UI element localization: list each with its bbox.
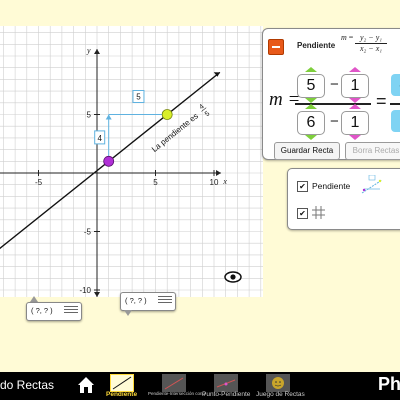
home-icon[interactable] (76, 375, 96, 395)
increment-arrow[interactable] (305, 67, 317, 72)
app-stage: -5 5 10 5 -5 -10 x y 4 5 La pendiente es 4 5 ( ?, ? … (0, 0, 400, 400)
equals-sign: = (376, 91, 387, 111)
eye-toggle-button[interactable] (222, 268, 244, 286)
x-axis-arrow (216, 170, 222, 176)
result-denominator: 5 (391, 110, 400, 132)
coord-tool-label: ( ?, ? ) (31, 306, 53, 315)
rise-label: 4 (97, 134, 102, 143)
tab-pendiente[interactable]: Pendiente (106, 374, 138, 400)
result-fraction-bar (390, 103, 400, 105)
point-2-handle[interactable] (161, 109, 173, 120)
tab-label: Punto-Pendiente (202, 391, 251, 398)
handle-lines-icon (64, 306, 78, 315)
tab-label: Pendiente (106, 391, 138, 398)
run-label: 5 (136, 93, 141, 102)
y1-value: 1 (341, 74, 369, 98)
slope-option-label: Pendiente (312, 181, 351, 191)
increment-arrow[interactable] (305, 104, 317, 109)
tab-label: Pendiente-Intersección con y (148, 391, 207, 396)
tab-thumbnail (110, 374, 134, 392)
tab-pendiente-interseccion[interactable]: Pendiente-Intersección con y (148, 374, 206, 400)
y-axis-label: y (86, 46, 91, 55)
grid-checkbox[interactable]: ✔ (297, 208, 308, 219)
y2-spinner[interactable]: 5 (297, 67, 325, 103)
formula-fraction: y₂ − y₁ x₂ − x₁ (355, 33, 387, 53)
formula-denominator: x₂ − x₁ (359, 44, 383, 53)
sim-title: do Rectas (0, 378, 55, 392)
y2-value: 5 (297, 74, 325, 98)
increment-arrow[interactable] (349, 104, 361, 109)
slope-numerator: 4 (198, 103, 205, 111)
y-axis-arrow-down (94, 292, 100, 298)
x-tick-label: 5 (153, 178, 158, 187)
x2-spinner[interactable]: 6 (297, 104, 325, 140)
y-tick-label: -10 (79, 286, 91, 295)
y-tick-label: 5 (87, 111, 92, 120)
x1-spinner[interactable]: 1 (341, 104, 369, 140)
increment-arrow[interactable] (349, 67, 361, 72)
collapse-button[interactable] (268, 39, 284, 55)
y1-spinner[interactable]: 1 (341, 67, 369, 103)
line-thumbnail-icon (112, 376, 132, 390)
minus-sign: − (330, 76, 339, 93)
slope-checkbox[interactable]: ✔ (297, 181, 308, 192)
coord-tool-1[interactable]: ( ?, ? ) (26, 302, 82, 321)
slope-formula: m = y₂ − y₁ x₂ − x₁ (341, 33, 387, 53)
x2-value: 6 (297, 111, 325, 135)
slope-formula-panel: Pendiente m = y₂ − y₁ x₂ − x₁ m = 5 − 1 … (262, 28, 400, 160)
slope-text: La pendiente es (150, 111, 200, 154)
save-line-button[interactable]: Guardar Recta (274, 142, 340, 160)
y-axis-arrow (94, 48, 100, 54)
x-tick-label: 10 (210, 178, 219, 187)
brand-logo: PhE (378, 374, 400, 394)
minus-sign: − (330, 113, 339, 130)
x-axis-label: x (222, 177, 227, 186)
x1-value: 1 (341, 111, 369, 135)
coord-tool-arrow (124, 310, 132, 316)
erase-lines-button[interactable]: Borra Rectas (345, 142, 400, 160)
tab-thumbnail (214, 374, 238, 392)
coord-tool-2[interactable]: ( ?, ? ) (120, 292, 176, 311)
panel-title: Pendiente (297, 41, 336, 50)
tab-thumbnail (162, 374, 186, 392)
smiley-icon (272, 377, 284, 389)
handle-lines-icon (158, 296, 172, 305)
result-numerator: 4 (391, 74, 400, 96)
eye-icon (224, 271, 242, 283)
formula-numerator: y₂ − y₁ (355, 33, 387, 44)
line-thumbnail-icon (216, 379, 236, 388)
grid-lines (0, 26, 263, 297)
x-tick-label: -5 (35, 178, 43, 187)
options-panel: ✔ Pendiente ✔ (287, 168, 400, 230)
tab-label: Juego de Rectas (256, 391, 305, 398)
rise-arrow-head (105, 114, 112, 120)
m-label: m = (269, 89, 301, 110)
decrement-arrow[interactable] (349, 135, 361, 140)
tab-thumbnail (266, 374, 290, 392)
y-tick-label: -5 (84, 228, 92, 237)
tab-punto-pendiente[interactable]: Punto-Pendiente (202, 374, 250, 400)
coord-tool-label: ( ?, ? ) (125, 296, 147, 305)
slope-mini-icon (361, 175, 383, 194)
bottom-navbar: do Rectas Pendiente Pendiente-Intersecci… (0, 372, 400, 400)
line-thumbnail-icon (164, 377, 184, 390)
tab-juego-de-rectas[interactable]: Juego de Rectas (256, 374, 305, 400)
grid-icon (312, 206, 325, 219)
decrement-arrow[interactable] (305, 135, 317, 140)
point-1-handle[interactable] (103, 155, 115, 167)
